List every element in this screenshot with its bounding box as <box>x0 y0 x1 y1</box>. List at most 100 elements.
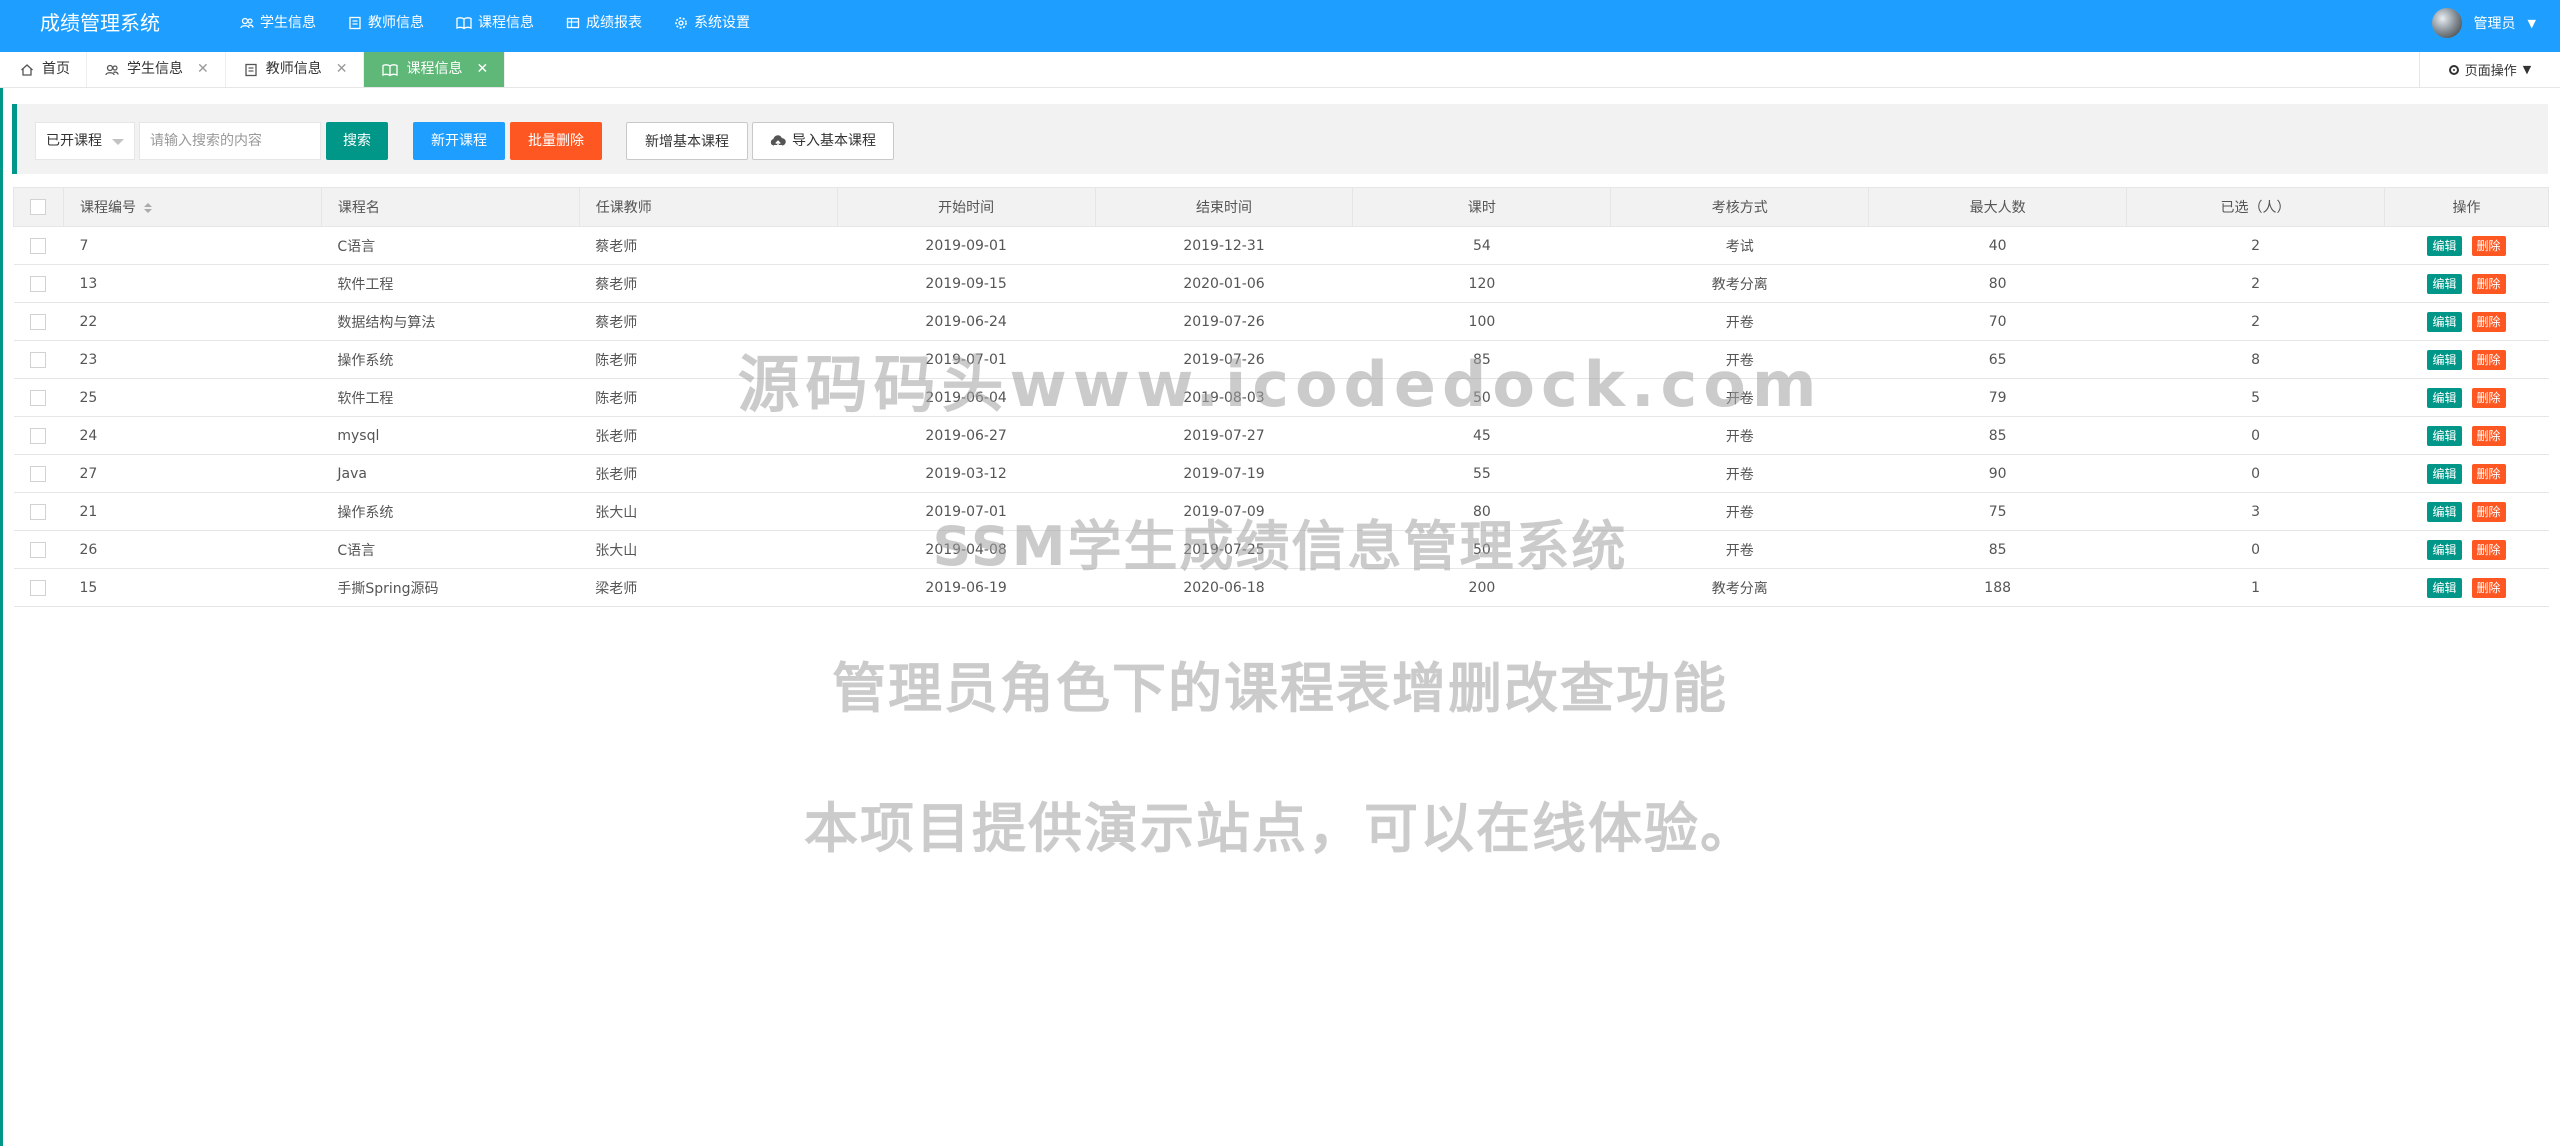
cell-teacher: 张大山 <box>579 492 838 531</box>
edit-button[interactable]: 编辑 <box>2427 577 2462 598</box>
edit-button[interactable]: 编辑 <box>2427 235 2462 256</box>
cell-start-time: 2019-03-12 <box>837 454 1096 493</box>
batch-delete-button[interactable]: 批量删除 <box>510 122 602 160</box>
edit-button[interactable]: 编辑 <box>2427 501 2462 522</box>
table-icon <box>566 17 580 29</box>
cell-end-time: 2019-07-26 <box>1095 340 1353 379</box>
new-course-button[interactable]: 新开课程 <box>413 122 505 160</box>
cell-operations: 编辑 删除 <box>2384 492 2549 531</box>
delete-button[interactable]: 删除 <box>2471 235 2506 256</box>
cell-exam-method: 考试 <box>1610 226 1869 265</box>
cell-operations: 编辑 删除 <box>2384 454 2549 493</box>
sort-icon[interactable] <box>143 203 152 213</box>
row-checkbox[interactable] <box>30 503 47 520</box>
select-all-checkbox[interactable] <box>30 199 47 215</box>
top-nav: 学生信息 教师信息 课程信息 成绩报表 系统设置 <box>224 0 766 52</box>
cell-start-time: 2019-04-08 <box>837 530 1096 569</box>
import-base-course-button[interactable]: 导入基本课程 <box>752 122 894 160</box>
cell-teacher: 蔡老师 <box>579 264 838 303</box>
cell-end-time: 2019-12-31 <box>1095 226 1353 265</box>
cell-course-name: Java <box>321 454 580 493</box>
topnav-item-settings[interactable]: 系统设置 <box>658 0 766 46</box>
add-base-course-button[interactable]: 新增基本课程 <box>626 122 748 160</box>
cell-selected-count: 5 <box>2126 378 2385 417</box>
delete-button[interactable]: 删除 <box>2471 273 2506 294</box>
delete-button[interactable]: 删除 <box>2471 387 2506 408</box>
row-checkbox[interactable] <box>30 313 47 330</box>
edit-button[interactable]: 编辑 <box>2427 425 2462 446</box>
cell-teacher: 蔡老师 <box>579 226 838 265</box>
cell-end-time: 2020-06-18 <box>1095 568 1353 607</box>
close-icon[interactable]: ✕ <box>197 52 209 87</box>
cell-start-time: 2019-06-27 <box>837 416 1096 455</box>
header-course-id[interactable]: 课程编号 <box>62 187 322 227</box>
page-ops-label: 页面操作 <box>2464 64 2517 79</box>
cell-exam-method: 开卷 <box>1610 416 1869 455</box>
cell-course-id: 23 <box>63 340 322 379</box>
row-checkbox[interactable] <box>30 579 47 596</box>
cell-max-students: 188 <box>1868 568 2127 607</box>
page-ops-button[interactable]: 页面操作 ▼ <box>2419 52 2560 87</box>
close-icon[interactable]: ✕ <box>476 52 488 87</box>
edit-button[interactable]: 编辑 <box>2427 387 2462 408</box>
row-checkbox[interactable] <box>30 237 47 254</box>
edit-button[interactable]: 编辑 <box>2427 539 2462 560</box>
table-row: 21 操作系统 张大山 2019-07-01 2019-07-09 80 开卷 75 3 编辑 删除 <box>13 492 2549 531</box>
topnav-item-courses[interactable]: 课程信息 <box>440 0 550 52</box>
close-icon[interactable]: ✕ <box>336 52 348 87</box>
cell-end-time: 2019-07-25 <box>1095 530 1353 569</box>
tab-list: 首页 学生信息 ✕ 教师信息 ✕ 课程信息 ✕ <box>2 52 506 88</box>
course-filter-select[interactable]: 已开课程 <box>35 122 135 160</box>
header-hours: 课时 <box>1352 187 1612 227</box>
edit-button[interactable]: 编辑 <box>2427 311 2462 332</box>
tab-courses[interactable]: 课程信息 ✕ <box>364 52 506 87</box>
cell-course-name: 操作系统 <box>321 492 580 531</box>
cell-teacher: 陈老师 <box>579 378 838 417</box>
row-checkbox-cell <box>13 492 64 531</box>
row-checkbox[interactable] <box>30 275 47 292</box>
cell-start-time: 2019-06-04 <box>837 378 1096 417</box>
edit-button[interactable]: 编辑 <box>2427 349 2462 370</box>
row-checkbox[interactable] <box>30 389 47 406</box>
row-checkbox[interactable] <box>30 465 47 482</box>
cell-teacher: 蔡老师 <box>579 302 838 341</box>
delete-button[interactable]: 删除 <box>2471 463 2506 484</box>
row-checkbox[interactable] <box>30 427 47 444</box>
cell-start-time: 2019-06-19 <box>837 568 1096 607</box>
table-row: 15 手撕Spring源码 梁老师 2019-06-19 2020-06-18 200 教考… <box>13 568 2549 607</box>
delete-button[interactable]: 删除 <box>2471 577 2506 598</box>
delete-button[interactable]: 删除 <box>2471 311 2506 332</box>
search-input[interactable] <box>139 122 321 160</box>
delete-button[interactable]: 删除 <box>2471 425 2506 446</box>
delete-button[interactable]: 删除 <box>2471 539 2506 560</box>
row-checkbox[interactable] <box>30 541 47 558</box>
cell-exam-method: 开卷 <box>1610 340 1869 379</box>
cell-course-id: 15 <box>63 568 322 607</box>
topnav-item-reports[interactable]: 成绩报表 <box>550 0 658 46</box>
cell-operations: 编辑 删除 <box>2384 226 2549 265</box>
avatar[interactable] <box>2431 8 2462 38</box>
row-checkbox-cell <box>13 264 64 303</box>
edit-button[interactable]: 编辑 <box>2427 273 2462 294</box>
cell-operations: 编辑 删除 <box>2384 568 2549 607</box>
cell-selected-count: 0 <box>2126 416 2385 455</box>
tab-home[interactable]: 首页 <box>2 52 87 87</box>
tab-label: 教师信息 <box>265 61 322 77</box>
tab-teachers[interactable]: 教师信息 ✕ <box>226 52 365 87</box>
home-icon <box>21 63 33 76</box>
tab-students[interactable]: 学生信息 ✕ <box>87 52 226 87</box>
search-button[interactable]: 搜索 <box>326 122 388 160</box>
tab-label: 学生信息 <box>127 61 183 77</box>
edit-button[interactable]: 编辑 <box>2427 463 2462 484</box>
cell-max-students: 90 <box>1868 454 2127 493</box>
topnav-item-students[interactable]: 学生信息 <box>224 0 332 46</box>
topnav-item-teachers[interactable]: 教师信息 <box>332 0 440 46</box>
delete-button[interactable]: 删除 <box>2471 349 2506 370</box>
cell-course-id: 26 <box>63 530 322 569</box>
cell-course-id: 22 <box>63 302 322 341</box>
user-name[interactable]: 管理员 <box>2474 13 2516 33</box>
row-checkbox[interactable] <box>30 351 47 368</box>
cell-teacher: 张老师 <box>579 416 838 455</box>
delete-button[interactable]: 删除 <box>2471 501 2506 522</box>
user-menu[interactable]: 管理员 ▼ <box>2431 0 2536 46</box>
